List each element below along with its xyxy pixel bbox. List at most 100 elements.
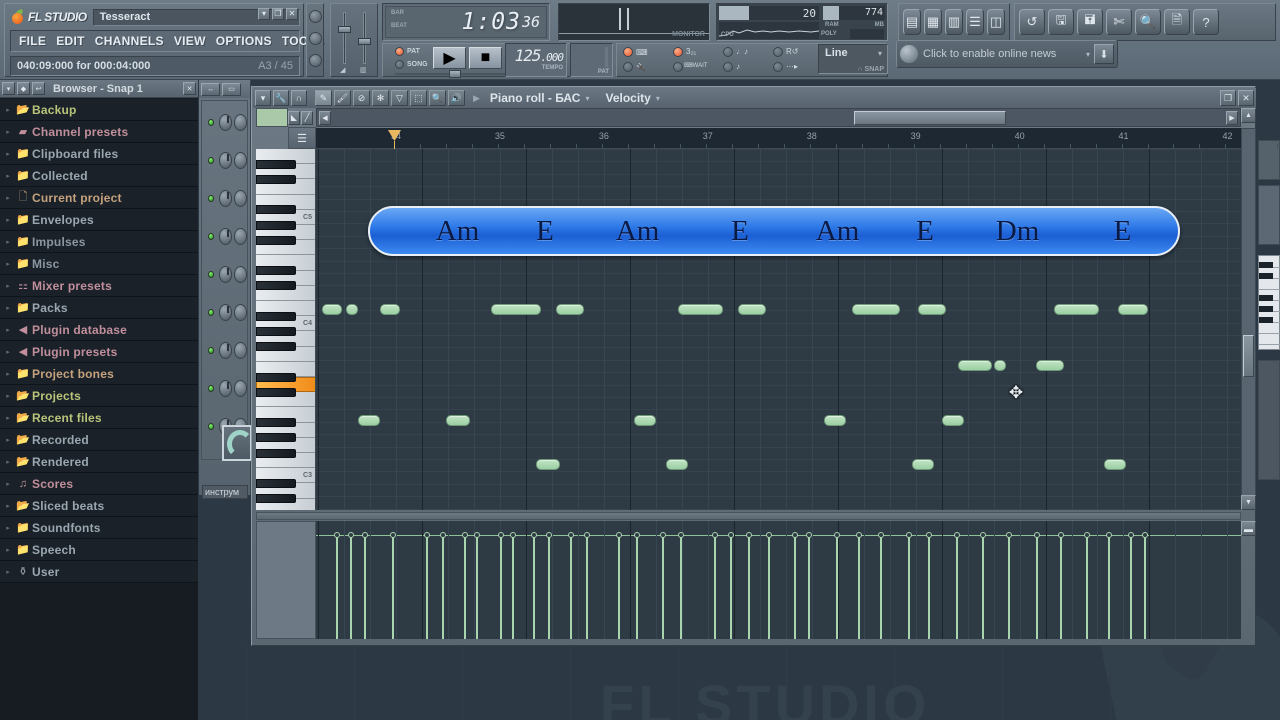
expand-arrow-icon[interactable]: ▸: [2, 502, 14, 510]
velocity-handle[interactable]: [424, 532, 430, 538]
hscroll-left-arrow[interactable]: ◀: [319, 111, 331, 125]
velocity-handle[interactable]: [334, 532, 340, 538]
velocity-handle[interactable]: [1084, 532, 1090, 538]
step-sequencer-icon[interactable]: ▦: [924, 9, 942, 35]
expand-arrow-icon[interactable]: ▸: [2, 216, 14, 224]
piano-roll-vertical-scrollbar[interactable]: [1241, 128, 1256, 510]
velocity-handle[interactable]: [980, 532, 986, 538]
piano-roll-note[interactable]: [1054, 303, 1099, 315]
velocity-stem[interactable]: [1036, 535, 1038, 639]
piano-black-key[interactable]: [256, 478, 296, 488]
channel-volume-knob[interactable]: [233, 113, 247, 131]
vscroll-up-arrow[interactable]: ▲: [1241, 108, 1256, 123]
piano-roll-note[interactable]: [346, 303, 358, 315]
browser-item-current-project[interactable]: ▸ 🗋 Current project: [0, 187, 198, 209]
tempo-panel[interactable]: 125.000 TEMPO: [505, 43, 567, 77]
piano-roll-grid[interactable]: [316, 149, 1241, 510]
piano-black-key[interactable]: [256, 372, 296, 382]
render-icon[interactable]: ✄: [1106, 9, 1132, 35]
expand-arrow-icon[interactable]: ▸: [2, 458, 14, 466]
swing-knob[interactable]: [309, 54, 322, 67]
velocity-stem[interactable]: [748, 535, 750, 639]
channel-pan-knob[interactable]: [218, 189, 232, 207]
switch-col-1[interactable]: [623, 47, 633, 77]
undo-icon[interactable]: ↺: [1019, 9, 1045, 35]
channel-enable-led[interactable]: [208, 194, 214, 202]
piano-roll-note[interactable]: [1104, 458, 1126, 470]
piano-roll-menu-button[interactable]: ▾: [255, 90, 271, 106]
browser-item-scores[interactable]: ▸ ♫ Scores: [0, 473, 198, 495]
note-slope-tool-icon[interactable]: ╱: [301, 110, 313, 125]
velocity-handle[interactable]: [1128, 532, 1134, 538]
master-pitch-knob[interactable]: [309, 10, 322, 23]
vscroll-thumb[interactable]: [1243, 335, 1254, 377]
paint-tool-icon[interactable]: 🖌: [334, 90, 351, 106]
expand-arrow-icon[interactable]: ▸: [2, 370, 14, 378]
piano-roll-icon[interactable]: ▥: [945, 9, 963, 35]
browser-item-user[interactable]: ▸ ⚱ User: [0, 561, 198, 583]
zoom-tool-icon[interactable]: 🔍: [429, 90, 446, 106]
menu-file[interactable]: FILE: [15, 33, 50, 49]
browser-item-plugin-presets[interactable]: ▸ ◀ Plugin presets: [0, 341, 198, 363]
browser-item-soundfonts[interactable]: ▸ 📁 Soundfonts: [0, 517, 198, 539]
browser-item-backup[interactable]: ▸ 📂 Backup: [0, 99, 198, 121]
velocity-handle[interactable]: [1142, 532, 1148, 538]
channel-volume-knob[interactable]: [233, 341, 247, 359]
close-button[interactable]: ✕: [286, 8, 298, 20]
start-on-input-led[interactable]: [773, 62, 783, 72]
velocity-handle[interactable]: [348, 532, 354, 538]
channel-enable-led[interactable]: [208, 156, 214, 164]
expand-arrow-icon[interactable]: ▸: [2, 524, 14, 532]
channel-enable-led[interactable]: [208, 232, 214, 240]
browser-back-button[interactable]: ↩: [32, 82, 45, 95]
save-new-version-icon[interactable]: 🖫: [1048, 9, 1074, 35]
channel-volume-knob[interactable]: [233, 265, 247, 283]
channel-pan-knob[interactable]: [218, 303, 232, 321]
browser-snap-button[interactable]: ◆: [17, 82, 30, 95]
velocity-stem[interactable]: [336, 535, 338, 639]
velocity-handle[interactable]: [712, 532, 718, 538]
piano-roll-note[interactable]: [380, 303, 400, 315]
velocity-stem[interactable]: [364, 535, 366, 639]
velocity-handle[interactable]: [546, 532, 552, 538]
velocity-handle[interactable]: [906, 532, 912, 538]
mini-knob-panel[interactable]: [306, 3, 324, 77]
master-volume-thumb[interactable]: [338, 26, 351, 33]
velocity-handle[interactable]: [616, 532, 622, 538]
time-display-panel[interactable]: BAR BEAT 1:03 36: [382, 3, 550, 41]
piano-roll-note[interactable]: [358, 415, 380, 427]
master-slider-panel[interactable]: ◢ ▥: [330, 3, 378, 77]
piano-black-key[interactable]: [256, 418, 296, 428]
shuffle-knob[interactable]: [309, 32, 322, 45]
velocity-handle[interactable]: [766, 532, 772, 538]
channel-pan-knob[interactable]: [218, 265, 232, 283]
browser-item-sliced-beats[interactable]: ▸ 📂 Sliced beats: [0, 495, 198, 517]
expand-arrow-icon[interactable]: ▸: [2, 194, 14, 202]
velocity-handle[interactable]: [531, 532, 537, 538]
velocity-stem[interactable]: [636, 535, 638, 639]
piano-roll-note[interactable]: [536, 458, 560, 470]
velocity-handle[interactable]: [584, 532, 590, 538]
piano-roll-note[interactable]: [912, 458, 934, 470]
slice-tool-icon[interactable]: ▽: [391, 90, 408, 106]
save-icon[interactable]: 🖬: [1077, 9, 1103, 35]
piano-roll-ruler[interactable]: 343536373839404142: [316, 128, 1279, 149]
delete-tool-icon[interactable]: ⊘: [353, 90, 370, 106]
velocity-handle[interactable]: [954, 532, 960, 538]
velocity-handle[interactable]: [390, 532, 396, 538]
browser-close-button[interactable]: ✕: [183, 82, 196, 95]
piano-roll-horizontal-scrollbar[interactable]: ◀ ▶: [316, 108, 1241, 127]
channel-pan-knob[interactable]: [218, 151, 232, 169]
velocity-handle[interactable]: [362, 532, 368, 538]
piano-black-key[interactable]: [256, 433, 296, 443]
note-slide-tool-icon[interactable]: ◣: [288, 110, 300, 125]
velocity-handle[interactable]: [462, 532, 468, 538]
velocity-stem[interactable]: [618, 535, 620, 639]
piano-roll-close-button[interactable]: ✕: [1238, 90, 1254, 106]
velocity-stem[interactable]: [1008, 535, 1010, 639]
channel-row[interactable]: [202, 257, 247, 291]
browser-item-project-bones[interactable]: ▸ 📁 Project bones: [0, 363, 198, 385]
countin-led[interactable]: [723, 62, 733, 72]
velocity-stem[interactable]: [1130, 535, 1132, 639]
velocity-stem[interactable]: [1060, 535, 1062, 639]
